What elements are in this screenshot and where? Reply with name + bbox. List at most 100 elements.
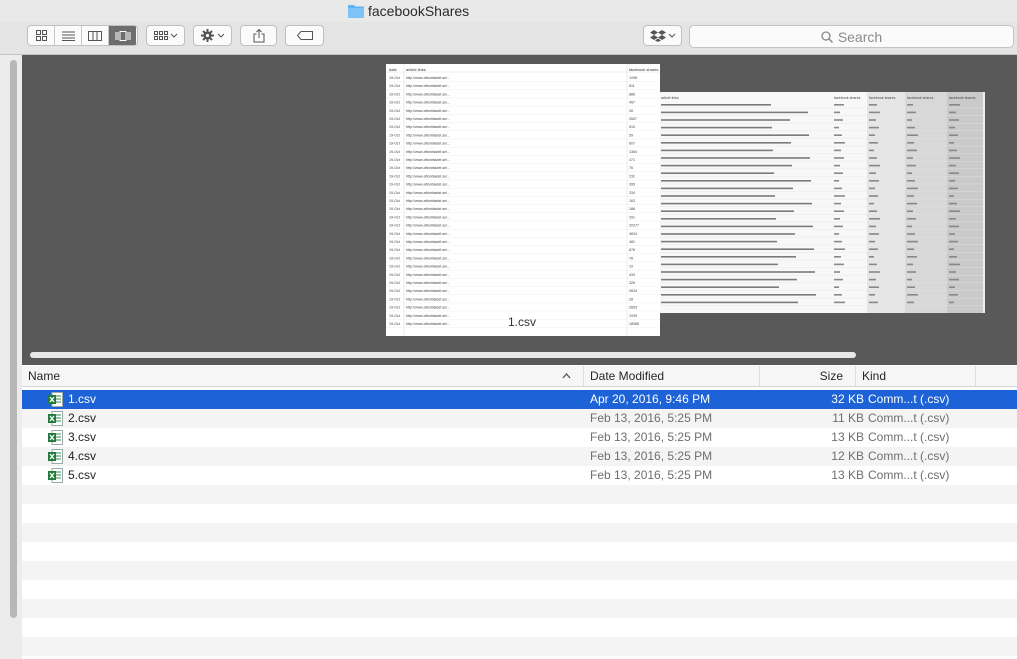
doc-cell: 1098 [629,76,637,80]
preview-scroll-thumb[interactable] [30,352,856,358]
doc-cell: 481 [629,240,635,244]
doc-cell: 326 [629,281,635,285]
doc-cell: http://www.aftonbladet.se/... [406,281,450,285]
doc-cell: 19-Oct [389,191,400,195]
doc-cell: 19-Oct [389,166,400,170]
doc-cell: http://www.aftonbladet.se/... [406,150,450,154]
doc-cell: 811 [629,84,635,88]
excel-file-icon [48,468,63,483]
vertical-scrollbar[interactable] [10,60,17,618]
doc-cell: 232 [629,174,635,178]
cover-flow-icon[interactable] [109,26,136,45]
doc-cell: http://www.aftonbladet.se/... [406,224,450,228]
doc-cell: http://www.aftonbladet.se/... [406,306,450,310]
share-button[interactable] [240,25,277,46]
doc-cell: http://www.aftonbladet.se/... [406,265,450,269]
doc-cell: http://www.aftonbladet.se/... [406,297,450,301]
grid-arrange-icon [153,30,177,40]
doc-cell: http://www.aftonbladet.se/... [406,117,450,121]
file-row[interactable]: 3.csv Feb 13, 2016, 5:25 PM 13 KB Comm...t … [22,428,1017,447]
doc-cell: http://www.aftonbladet.se/... [406,84,450,88]
tags-button[interactable] [285,25,324,46]
side-header-cell: facebook shares [949,96,976,100]
list-view-icon[interactable] [55,26,82,45]
doc-cell: http://www.aftonbladet.se/... [406,109,450,113]
column-size[interactable]: Size [759,366,855,386]
folder-icon [348,5,364,18]
doc-cell: 19-Oct [389,314,400,318]
doc-cell: http://www.aftonbladet.se/... [406,314,450,318]
file-row[interactable]: 5.csv Feb 13, 2016, 5:25 PM 13 KB Comm...t … [22,466,1017,485]
file-size: 12 KB [831,449,864,463]
arrange-button[interactable] [146,25,185,46]
doc-cell: 186 [629,207,635,211]
file-row[interactable]: 1.csv Apr 20, 2016, 9:46 PM 32 KB Comm...t … [22,390,1017,409]
doc-cell: 1939 [629,314,637,318]
file-size: 11 KB [832,411,864,425]
doc-cell: http://www.aftonbladet.se/... [406,166,450,170]
gear-icon [200,29,224,42]
doc-cell: 19-Oct [389,183,400,187]
doc-cell: 2653 [629,306,637,310]
file-date-modified: Apr 20, 2016, 9:46 PM [590,392,711,406]
doc-cell: 19-Oct [389,297,400,301]
doc-cell: http://www.aftonbladet.se/... [406,174,450,178]
share-icon [253,28,264,42]
file-list: 1.csv Apr 20, 2016, 9:46 PM 32 KB Comm...t … [22,390,1017,659]
doc-cell: 19-Oct [389,109,400,113]
file-date-modified: Feb 13, 2016, 5:25 PM [590,430,713,444]
doc-cell: 19-Oct [389,117,400,121]
doc-header-cell: facebook shares [629,67,658,72]
file-date-modified: Feb 13, 2016, 5:25 PM [590,449,713,463]
window-title-text: facebookShares [368,3,470,19]
empty-row [22,523,1017,542]
doc-cell: 19-Oct [389,281,400,285]
toolbar: Search [0,22,1017,55]
column-kind[interactable]: Kind [855,366,975,386]
doc-cell: 76 [629,166,633,170]
preview-scrollbar[interactable] [30,352,1015,358]
doc-cell: 457 [629,101,635,105]
doc-cell: 515 [629,125,635,129]
column-view-icon[interactable] [82,26,109,45]
dropbox-button[interactable] [643,25,682,46]
doc-cell: 19-Oct [389,207,400,211]
doc-cell: 2634 [629,289,637,293]
doc-cell: 163 [629,199,635,203]
doc-cell: 471 [629,158,635,162]
action-button[interactable] [193,25,232,46]
excel-file-icon [48,430,63,445]
column-name[interactable]: Name [22,366,578,386]
file-name: 4.csv [68,449,97,463]
side-header-cell: article links [661,96,679,100]
preview-document[interactable]: date article links facebook shares 19-Oct ht… [386,64,660,336]
file-row[interactable]: 2.csv Feb 13, 2016, 5:25 PM 11 KB Comm...t … [22,409,1017,428]
icon-view-icon[interactable] [28,26,55,45]
doc-cell: http://www.aftonbladet.se/... [406,232,450,236]
empty-row [22,637,1017,656]
empty-row [22,542,1017,561]
preview-caption: 1.csv [508,315,537,329]
search-field[interactable]: Search [689,25,1014,48]
empty-row [22,504,1017,523]
doc-cell: 19-Oct [389,142,400,146]
doc-cell: http://www.aftonbladet.se/... [406,158,450,162]
file-row[interactable]: 4.csv Feb 13, 2016, 5:25 PM 12 KB Comm...t … [22,447,1017,466]
title-bar: facebookShares [0,0,1017,22]
column-empty [975,366,1017,386]
file-name: 2.csv [68,411,97,425]
file-kind: Comm...t (.csv) [868,411,950,425]
doc-cell: 395 [629,183,635,187]
file-date-modified: Feb 13, 2016, 5:25 PM [590,468,713,482]
file-kind: Comm...t (.csv) [868,449,950,463]
doc-cell: http://www.aftonbladet.se/... [406,76,450,80]
doc-cell: 19-Oct [389,158,400,162]
doc-cell: 19-Oct [389,248,400,252]
doc-cell: 19-Oct [389,265,400,269]
empty-row [22,580,1017,599]
side-header-cell: facebook shares [869,96,896,100]
column-header: Name Date Modified Size Kind [22,366,1017,387]
doc-cell: 291 [629,215,635,219]
column-date-modified[interactable]: Date Modified [583,366,759,386]
doc-cell: 18085 [629,322,639,326]
